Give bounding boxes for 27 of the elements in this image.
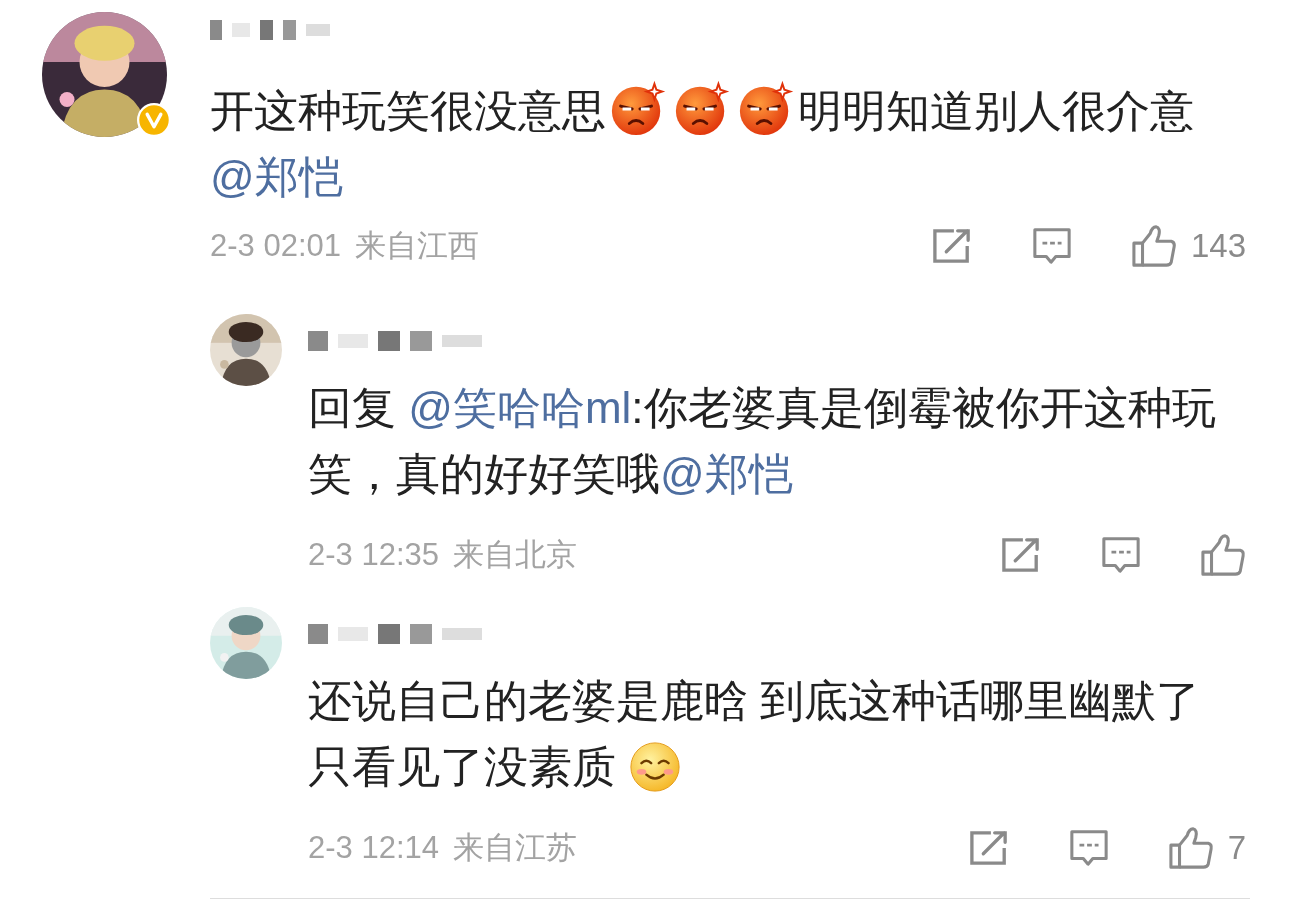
mention-link[interactable]: @郑恺 — [660, 449, 793, 498]
comment-text: 还说自己的老婆是鹿晗 到底这种话哪里幽默了只看见了没素质 — [308, 668, 1243, 800]
comment-text: 开这种玩笑很没意思 明明知道别人很介意 @郑恺 — [210, 78, 1250, 210]
comment-date: 2-3 12:14 — [308, 828, 439, 867]
share-icon[interactable] — [1000, 536, 1042, 574]
comment-text: 回复 @笑哈哈ml:你老婆真是倒霉被你开这种玩笑，真的好好笑哦@郑恺 — [308, 382, 1217, 500]
mention-link[interactable]: @笑哈哈ml — [408, 383, 632, 432]
comment-icon[interactable] — [1030, 226, 1073, 266]
angry-face-icon — [609, 80, 667, 138]
like-count: 143 — [1190, 226, 1246, 267]
share-icon[interactable] — [967, 829, 1010, 867]
comment-date: 2-3 02:01 — [210, 226, 341, 265]
comment-date: 2-3 12:35 — [308, 535, 439, 574]
like-count: 7 — [1227, 828, 1246, 869]
thumbs-up-icon[interactable] — [1130, 224, 1177, 268]
smiling-face-icon — [628, 740, 683, 794]
angry-face-icon — [673, 80, 731, 138]
comment-location: 来自北京 — [453, 535, 577, 574]
comment-location: 来自江西 — [355, 226, 479, 265]
share-icon[interactable] — [930, 227, 973, 265]
comment-icon[interactable] — [1100, 535, 1142, 575]
angry-face-icon — [737, 80, 795, 138]
thumbs-up-icon[interactable] — [1167, 826, 1214, 870]
mention-link[interactable]: @郑恺 — [210, 152, 343, 201]
thumbs-up-icon[interactable] — [1200, 533, 1246, 577]
comment-icon[interactable] — [1067, 828, 1110, 868]
comment-location: 来自江苏 — [453, 828, 577, 867]
